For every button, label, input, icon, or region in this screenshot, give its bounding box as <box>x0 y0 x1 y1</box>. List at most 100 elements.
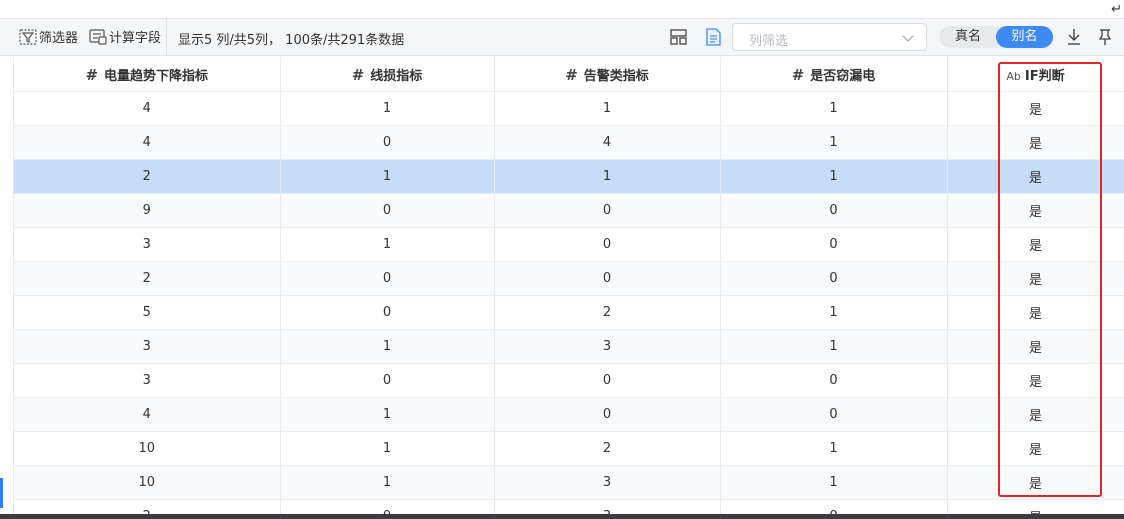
column-header[interactable]: Ab IF判断 <box>947 57 1124 92</box>
table-cell[interactable]: 1 <box>720 431 948 466</box>
table-cell[interactable]: 0 <box>720 261 948 296</box>
table-cell[interactable]: 3 <box>14 227 281 262</box>
table-cell[interactable]: 是 <box>947 431 1124 466</box>
table-cell[interactable]: 4 <box>14 397 281 432</box>
table-cell[interactable]: 4 <box>494 125 721 160</box>
calc-field-button[interactable]: 计算字段 <box>89 27 161 46</box>
table-cell[interactable]: 2 <box>494 431 721 466</box>
table-cell[interactable]: 0 <box>720 227 948 262</box>
table-cell[interactable]: 0 <box>280 363 495 398</box>
data-grid: # 电量趋势下降指标 # 线损指标 # 告警类指标 # 是否窃漏电 Ab IF判断 411… <box>14 57 1124 519</box>
column-filter-placeholder: 列筛选 <box>749 34 789 49</box>
table-cell[interactable]: 0 <box>494 193 721 228</box>
table-row[interactable]: 4100是 <box>14 397 1124 432</box>
table-cell[interactable]: 是 <box>947 125 1124 160</box>
table-cell[interactable]: 1 <box>280 159 495 194</box>
number-type-icon: # <box>791 65 805 84</box>
calc-field-label: 计算字段 <box>109 31 162 46</box>
table-cell[interactable]: 0 <box>720 397 948 432</box>
table-cell[interactable]: 是 <box>947 91 1124 126</box>
table-cell[interactable]: 3 <box>14 329 281 364</box>
table-cell[interactable]: 1 <box>280 397 495 432</box>
name-toggle[interactable]: 真名 别名 <box>939 26 1053 48</box>
table-cell[interactable]: 2 <box>14 159 281 194</box>
table-cell[interactable]: 0 <box>720 363 948 398</box>
table-cell[interactable]: 是 <box>947 227 1124 262</box>
number-type-icon: # <box>565 65 578 84</box>
table-row[interactable]: 4041是 <box>14 125 1124 160</box>
table-cell[interactable]: 0 <box>280 125 495 160</box>
table-cell[interactable]: 3 <box>494 465 721 500</box>
header-row: # 电量趋势下降指标 # 线损指标 # 告警类指标 # 是否窃漏电 Ab IF判断 <box>14 57 1124 92</box>
table-cell[interactable]: 1 <box>720 125 948 160</box>
table-cell[interactable]: 1 <box>280 431 495 466</box>
table-cell[interactable]: 9 <box>14 193 281 228</box>
table-cell[interactable]: 1 <box>280 91 495 126</box>
filter-button[interactable]: 筛选器 <box>19 27 78 46</box>
back-arrow-icon[interactable]: ↵ <box>1111 3 1122 16</box>
table-cell[interactable]: 是 <box>947 363 1124 398</box>
table-cell[interactable]: 是 <box>947 465 1124 500</box>
table-cell[interactable]: 4 <box>14 91 281 126</box>
table-cell[interactable]: 1 <box>720 465 948 500</box>
real-name-option[interactable]: 真名 <box>941 26 995 48</box>
table-cell[interactable]: 1 <box>720 159 948 194</box>
table-cell[interactable]: 0 <box>280 295 495 330</box>
table-cell[interactable]: 3 <box>14 363 281 398</box>
data-count-info: 显示5 列/共5列， 100条/共291条数据 <box>178 33 405 48</box>
column-header[interactable]: # 电量趋势下降指标 <box>14 57 281 92</box>
table-row[interactable]: 4111是 <box>14 91 1124 126</box>
table-row[interactable]: 3131是 <box>14 329 1124 364</box>
table-row[interactable]: 3000是 <box>14 363 1124 398</box>
download-icon[interactable] <box>1066 28 1082 50</box>
table-cell[interactable]: 1 <box>720 295 948 330</box>
table-cell[interactable]: 是 <box>947 295 1124 330</box>
column-header[interactable]: # 线损指标 <box>280 57 495 92</box>
table-cell[interactable]: 5 <box>14 295 281 330</box>
table-cell[interactable]: 0 <box>280 261 495 296</box>
table-row[interactable]: 3100是 <box>14 227 1124 262</box>
table-cell[interactable]: 3 <box>494 329 721 364</box>
alias-option[interactable]: 别名 <box>996 26 1053 48</box>
table-cell[interactable]: 是 <box>947 261 1124 296</box>
table-cell[interactable]: 是 <box>947 193 1124 228</box>
pin-icon[interactable] <box>1098 28 1112 50</box>
table-row[interactable]: 9000是 <box>14 193 1124 228</box>
column-header[interactable]: # 告警类指标 <box>494 57 721 92</box>
table-cell[interactable]: 2 <box>494 295 721 330</box>
table-cell[interactable]: 1 <box>280 329 495 364</box>
table-cell[interactable]: 2 <box>14 261 281 296</box>
table-cell[interactable]: 1 <box>280 227 495 262</box>
table-row[interactable]: 2111是 <box>14 159 1124 194</box>
table-cell[interactable]: 是 <box>947 329 1124 364</box>
table-cell[interactable]: 0 <box>494 261 721 296</box>
column-header-label: IF判断 <box>1024 68 1065 84</box>
table-row[interactable]: 5021是 <box>14 295 1124 330</box>
table-cell[interactable]: 10 <box>14 431 281 466</box>
toolbar-divider <box>166 19 167 56</box>
table-cell[interactable]: 1 <box>494 91 721 126</box>
table-row[interactable]: 2000是 <box>14 261 1124 296</box>
table-cell[interactable]: 0 <box>720 193 948 228</box>
layout-grid-icon[interactable] <box>670 29 687 49</box>
table-row[interactable]: 10 1 3 1 是 <box>14 465 1124 500</box>
table-cell[interactable]: 1 <box>280 465 495 500</box>
column-header[interactable]: # 是否窃漏电 <box>720 57 948 92</box>
table-cell[interactable]: 10 <box>14 465 281 500</box>
table-cell[interactable]: 1 <box>720 91 948 126</box>
column-filter-select[interactable]: 列筛选 <box>732 23 927 51</box>
table-cell[interactable]: 是 <box>947 159 1124 194</box>
table-cell[interactable]: 0 <box>494 227 721 262</box>
filter-icon <box>19 28 37 45</box>
table-cell[interactable]: 0 <box>494 363 721 398</box>
table-cell[interactable]: 0 <box>280 193 495 228</box>
table-cell[interactable]: 是 <box>947 397 1124 432</box>
table-cell[interactable]: 1 <box>720 329 948 364</box>
table-cell[interactable]: 1 <box>494 159 721 194</box>
table-cell[interactable]: 0 <box>494 397 721 432</box>
document-icon[interactable] <box>706 28 721 50</box>
column-header-label: 电量趋势下降指标 <box>104 68 209 84</box>
table-row[interactable]: 10 1 2 1 是 <box>14 431 1124 466</box>
table-cell[interactable]: 4 <box>14 125 281 160</box>
left-edge-marker <box>0 478 3 508</box>
